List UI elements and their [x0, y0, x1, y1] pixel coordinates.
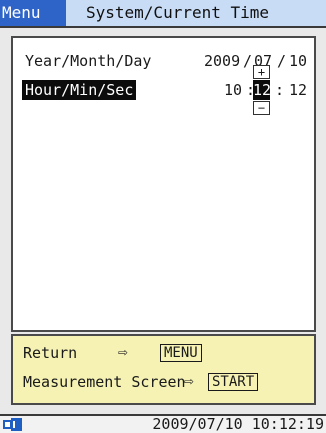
right-arrow-icon: ⇨	[184, 371, 194, 390]
menu-tab[interactable]: Menu	[0, 0, 66, 26]
second-value[interactable]: 12	[285, 80, 307, 100]
date-label[interactable]: Year/Month/Day	[25, 51, 151, 71]
minute-value[interactable]: 12	[253, 80, 271, 100]
increment-button[interactable]: +	[253, 65, 270, 79]
time-label[interactable]: Hour/Min/Sec	[22, 80, 137, 100]
power-plug-icon	[3, 418, 22, 431]
key-hint-panel: Return ⇨ MENU Measurement Screen ⇨ START	[11, 334, 316, 405]
time-separator: :	[275, 81, 285, 99]
return-hint-label: Return	[23, 344, 78, 362]
device-screen: Menu System/Current Time Year/Month/Day …	[0, 0, 326, 433]
status-datetime: 2009/07/10 10:12:19	[152, 415, 324, 433]
measurement-hint-label: Measurement Screen	[23, 373, 186, 391]
page-title: System/Current Time	[86, 3, 270, 22]
start-key[interactable]: START	[208, 373, 259, 391]
settings-panel: Year/Month/Day 2009 / 07 / 10 Hour/Min/S…	[11, 36, 316, 332]
decrement-button[interactable]: −	[253, 101, 270, 115]
year-value[interactable]: 2009	[204, 51, 240, 71]
hour-value[interactable]: 10	[222, 80, 242, 100]
menu-key[interactable]: MENU	[160, 344, 202, 362]
day-value[interactable]: 10	[287, 51, 307, 71]
title-bar: Menu System/Current Time	[0, 0, 326, 28]
status-bar: 2009/07/10 10:12:19	[0, 414, 326, 433]
date-separator: /	[277, 52, 287, 70]
date-separator: /	[243, 52, 253, 70]
right-arrow-icon: ⇨	[118, 342, 128, 361]
